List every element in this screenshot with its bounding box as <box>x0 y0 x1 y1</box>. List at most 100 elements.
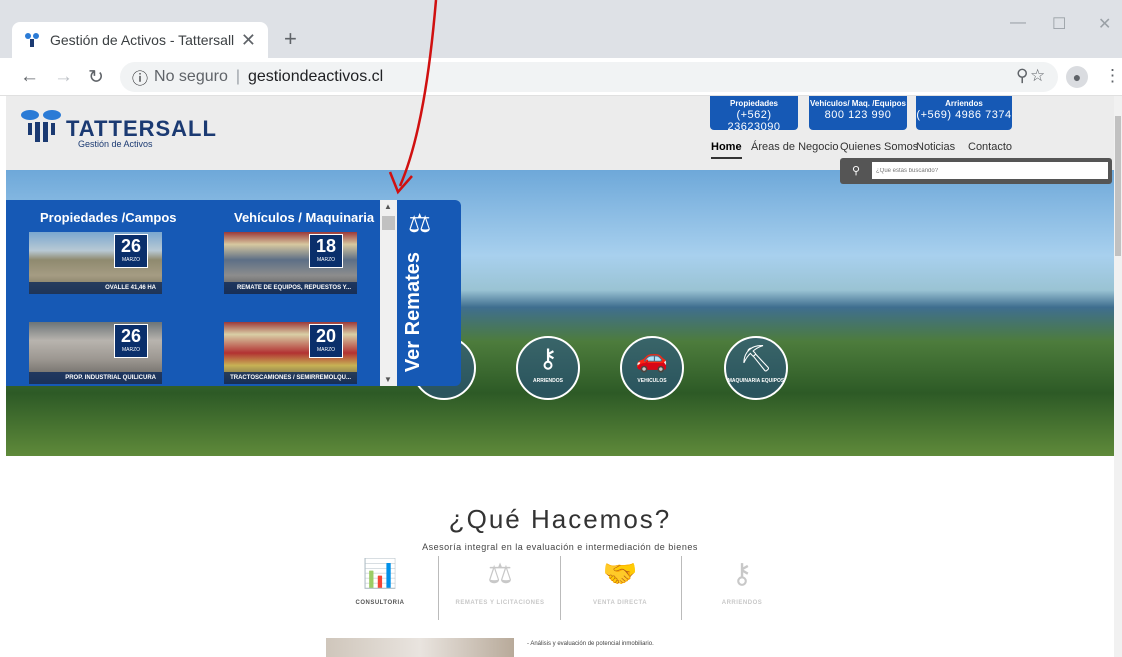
key-icon: ⚷ <box>731 558 753 589</box>
service-consultoria[interactable]: 📊 CONSULTORIA <box>320 556 440 620</box>
tattersall-favicon-icon <box>25 33 39 47</box>
key-icon: ⚷ <box>538 343 558 373</box>
date-month: MARZO <box>316 257 336 263</box>
remate-caption: TRACTOSCAMIONES / SEMIRREMOLQU... <box>224 372 357 384</box>
nav-home[interactable]: Home <box>711 141 742 159</box>
scroll-up-icon[interactable]: ▲ <box>384 202 392 211</box>
nav-quienes-somos[interactable]: Quienes Somos <box>840 141 918 153</box>
browser-tab[interactable]: Gestión de Activos - Tattersall ✕ <box>12 22 268 58</box>
scroll-thumb[interactable] <box>382 216 395 230</box>
date-day: 18 <box>315 236 337 256</box>
page-scrollbar[interactable] <box>1114 96 1122 657</box>
service-remates[interactable]: ⚖ REMATES Y LICITACIONES <box>440 556 560 620</box>
phone-vehiculos[interactable]: Vehículos/ Maq. /Equipos 800 123 990 <box>809 96 907 130</box>
service-venta-directa[interactable]: 🤝 VENTA DIRECTA <box>560 556 680 620</box>
tattersall-logo[interactable]: TATTERSALL Gestión de Activos <box>20 106 216 156</box>
service-arriendos[interactable]: ⚷ ARRIENDOS <box>682 556 802 620</box>
brand-subtitle: Gestión de Activos <box>78 139 153 149</box>
hero-circle-label: ARRIENDOS <box>532 378 563 384</box>
remate-card[interactable]: 26 MARZO OVALLE 41,46 HA <box>29 232 162 294</box>
section-title: ¿Qué Hacemos? <box>448 504 672 534</box>
address-separator: | <box>235 68 240 85</box>
security-label: No seguro <box>154 68 228 85</box>
date-day: 26 <box>120 236 142 256</box>
divider <box>438 556 439 620</box>
search-icon[interactable]: ⚲ <box>846 162 866 180</box>
new-tab-button[interactable]: + <box>284 26 297 52</box>
service-label: REMATES Y LICITACIONES <box>455 600 545 606</box>
search-input[interactable] <box>872 162 1108 179</box>
minimize-icon[interactable]: — <box>1010 14 1026 32</box>
gavel-icon: ⚖ <box>487 558 513 589</box>
site-search-bar: ⚲ <box>840 158 1112 184</box>
remate-card[interactable]: 20 MARZO TRACTOSCAMIONES / SEMIRREMOLQU..… <box>224 322 357 384</box>
bookmark-star-icon[interactable]: ☆ <box>1030 66 1045 86</box>
hero-circle-vehiculos[interactable]: 🚗 VEHICULOS <box>620 336 684 400</box>
excavator-icon: ⛏ <box>739 343 773 373</box>
tab-close-icon[interactable]: ✕ <box>241 30 256 51</box>
service-label: CONSULTORIA <box>355 600 405 606</box>
phone-number: (+562) 23623090 <box>727 109 781 133</box>
menu-kebab-icon[interactable]: ⋮ <box>1104 66 1121 86</box>
address-bar[interactable]: ⓘ No seguro | gestiondeactivos.cl <box>120 62 1058 92</box>
browser-toolbar: ← → ↻ ⓘ No seguro | gestiondeactivos.cl … <box>0 58 1122 96</box>
web-page: TATTERSALL Gestión de Activos Propiedade… <box>6 96 1114 657</box>
date-badge: 26 MARZO <box>114 324 148 358</box>
service-label: VENTA DIRECTA <box>592 600 648 606</box>
que-hacemos-section: ¿Qué Hacemos? Asesoría integral en la ev… <box>6 456 1114 657</box>
car-icon: 🚗 <box>635 343 669 373</box>
date-month: MARZO <box>121 257 141 263</box>
remate-caption: REMATE DE EQUIPOS, REPUESTOS Y... <box>224 282 357 294</box>
tab-title: Gestión de Activos - Tattersall <box>50 32 235 48</box>
section-subtitle: Asesoría integral en la evaluación e int… <box>422 542 698 552</box>
date-badge: 18 MARZO <box>309 234 343 268</box>
page-scroll-thumb[interactable] <box>1115 116 1121 256</box>
scroll-down-icon[interactable]: ▼ <box>384 375 392 384</box>
date-month: MARZO <box>121 347 141 353</box>
remate-card[interactable]: 18 MARZO REMATE DE EQUIPOS, REPUESTOS Y..… <box>224 232 357 294</box>
remates-scrollbar[interactable]: ▲ ▼ <box>380 200 397 386</box>
phone-label: Propiedades <box>729 99 778 108</box>
zoom-icon[interactable]: ⚲ <box>1016 66 1028 86</box>
bar-chart-icon: 📊 <box>362 558 398 589</box>
url-text[interactable]: gestiondeactivos.cl <box>248 68 383 86</box>
remate-caption: PROP. INDUSTRIAL QUILICURA <box>29 372 162 384</box>
nav-areas-negocio[interactable]: Áreas de Negocio <box>751 141 838 153</box>
hero-circle-maquinaria[interactable]: ⛏ MAQUINARIA EQUIPOS <box>724 336 788 400</box>
maximize-icon[interactable]: ☐ <box>1052 14 1066 34</box>
back-icon[interactable]: ← <box>20 66 39 88</box>
phone-propiedades[interactable]: Propiedades (+562) 23623090 <box>710 96 798 133</box>
date-badge: 26 MARZO <box>114 234 148 268</box>
remate-card[interactable]: 26 MARZO PROP. INDUSTRIAL QUILICURA <box>29 322 162 384</box>
reload-icon[interactable]: ↻ <box>88 66 104 89</box>
hero-circle-label: MAQUINARIA EQUIPOS <box>727 378 785 384</box>
service-detail-text: - Análisis y evaluación de potencial inm… <box>527 641 654 647</box>
gavel-icon: ⚖ <box>408 208 432 238</box>
phone-label: Arriendos <box>945 99 983 108</box>
col-title-vehiculos: Vehículos / Maquinaria <box>234 210 375 225</box>
profile-avatar-icon[interactable]: ● <box>1066 66 1088 88</box>
date-badge: 20 MARZO <box>309 324 343 358</box>
browser-tab-strip: Gestión de Activos - Tattersall ✕ + — ☐ … <box>0 0 1122 58</box>
phone-number: 800 123 990 <box>824 109 892 121</box>
hero-circle-label: VEHICULOS <box>637 378 667 384</box>
consultoria-image <box>326 638 514 657</box>
phone-number: (+569) 4986 7374 <box>916 109 1012 121</box>
remate-caption: OVALLE 41,46 HA <box>29 282 162 294</box>
ver-remates-button[interactable]: Ver Remates <box>402 252 425 372</box>
forward-icon[interactable]: → <box>54 66 73 88</box>
nav-contacto[interactable]: Contacto <box>968 141 1012 153</box>
date-month: MARZO <box>316 347 336 353</box>
phone-arriendos[interactable]: Arriendos (+569) 4986 7374 <box>916 96 1012 130</box>
col-title-propiedades: Propiedades /Campos <box>40 210 177 225</box>
close-window-icon[interactable]: ✕ <box>1098 14 1111 34</box>
logo-mark-icon <box>21 110 61 142</box>
info-icon[interactable]: ⓘ <box>132 65 148 89</box>
date-day: 26 <box>120 326 142 346</box>
date-day: 20 <box>315 326 337 346</box>
nav-noticias[interactable]: Noticias <box>916 141 955 153</box>
hero-circle-arriendos[interactable]: ⚷ ARRIENDOS <box>516 336 580 400</box>
service-label: ARRIENDOS <box>721 600 763 606</box>
remates-panel: Propiedades /Campos Vehículos / Maquinar… <box>6 200 461 386</box>
phone-label: Vehículos/ Maq. /Equipos <box>809 99 906 108</box>
